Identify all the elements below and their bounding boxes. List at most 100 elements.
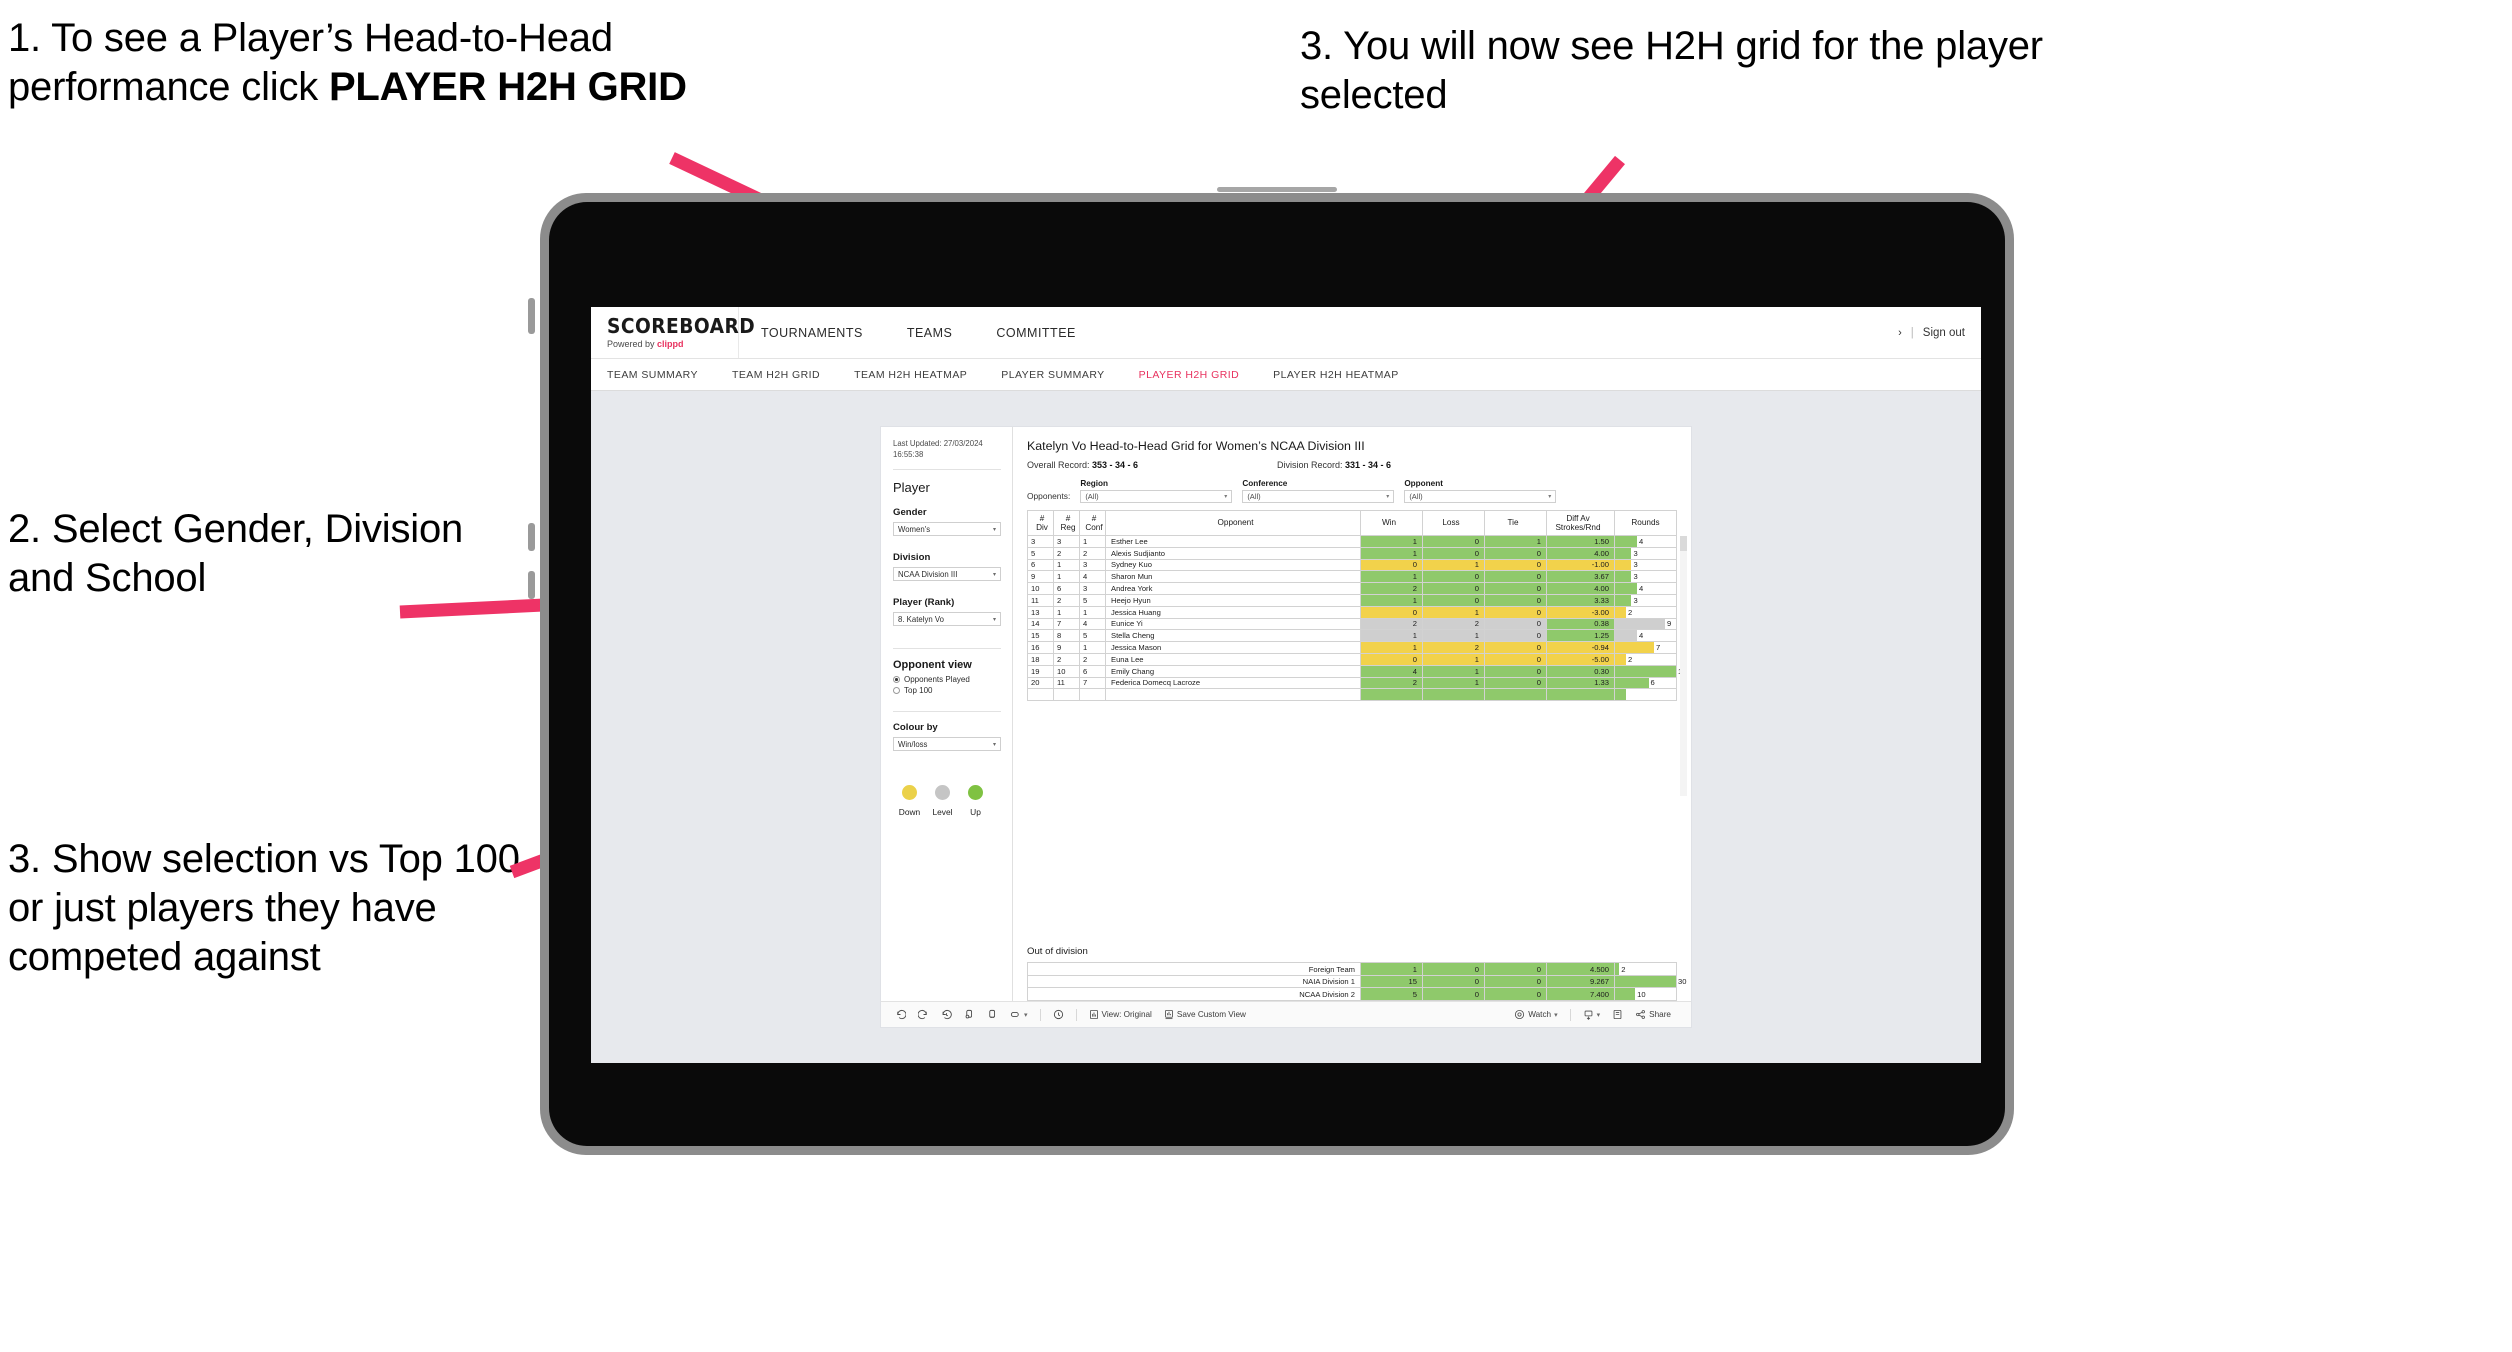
cell-ood-rounds: 2 xyxy=(1614,962,1677,976)
table-row[interactable]: 3 3 1 Esther Lee 1 0 1 1.50 4 xyxy=(1027,535,1677,548)
radio-top-100[interactable]: Top 100 xyxy=(893,686,1001,695)
subnav-item-team-h2h-heatmap[interactable]: TEAM H2H HEATMAP xyxy=(837,359,984,391)
division-select-value: NCAA Division III xyxy=(898,569,958,579)
th-reg-line1: # xyxy=(1065,513,1071,523)
refresh-button[interactable] xyxy=(958,1009,981,1020)
th-div-line1: # xyxy=(1039,513,1045,523)
cell-diff: 3.33 xyxy=(1546,593,1615,607)
toolbar-divider-2 xyxy=(1075,1008,1077,1021)
brand-logo[interactable]: SCOREBOARD Powered by clippd xyxy=(591,307,755,358)
subnav-item-player-h2h-heatmap[interactable]: PLAYER H2H HEATMAP xyxy=(1256,359,1416,391)
colour-by-select[interactable]: Win/loss ▾ xyxy=(893,737,1001,752)
cell-reg: 1 xyxy=(1053,605,1080,619)
chevron-down-icon: ▾ xyxy=(992,616,996,623)
filter-region: Region (All) ▾ xyxy=(1080,479,1233,503)
out-of-division-body: Foreign Team 1 0 0 4.500 2 NAIA Division 1 15 0 0… xyxy=(1027,962,1686,1001)
download-button[interactable]: ▾ xyxy=(1577,1009,1607,1020)
filter-conference-select[interactable]: (All) ▾ xyxy=(1242,490,1395,503)
share-button[interactable]: Share xyxy=(1629,1009,1677,1020)
table-row[interactable]: 19106Emily Chang4100.3011 xyxy=(1027,664,1686,678)
out-of-division-row[interactable]: Foreign Team 1 0 0 4.500 2 xyxy=(1027,962,1677,976)
watch-label: Watch xyxy=(1528,1010,1552,1019)
sign-out-link[interactable]: Sign out xyxy=(1923,327,1965,339)
th-diff-line2: Strokes/Rnd xyxy=(1555,523,1601,532)
table-row[interactable]: 9 1 4 Sharon Mun 1 0 0 3.67 3 xyxy=(1027,570,1677,584)
view-original-button[interactable]: View: Original xyxy=(1083,1009,1158,1020)
gender-select[interactable]: Women's ▾ xyxy=(893,522,1001,537)
out-of-division-row[interactable]: NCAA Division 2 5 0 0 7.400 10 xyxy=(1027,987,1677,1001)
cell-rounds: 3 xyxy=(1614,546,1677,560)
chevron-right-icon[interactable]: › xyxy=(1898,327,1902,339)
table-row[interactable]: 11 2 5 Heejo Hyun 1 0 0 3.33 3 xyxy=(1027,593,1677,607)
table-row[interactable]: 14 7 4 Eunice Yi 2 2 0 0.38 9 xyxy=(1027,617,1677,631)
table-row[interactable]: 18 2 2 Euna Lee 0 1 0 -5.00 2 xyxy=(1027,652,1677,666)
subnav-item-team-summary[interactable]: TEAM SUMMARY xyxy=(607,359,715,391)
out-of-division-row[interactable]: NAIA Division 1 15 0 0 9.267 30 xyxy=(1027,974,1686,989)
highlight-button[interactable]: ▾ xyxy=(1004,1010,1034,1019)
cell-win: 1 xyxy=(1360,535,1423,548)
h2h-table-head: # Div # Reg # Conf Opponent Win Loss Tie… xyxy=(1027,510,1677,536)
radio-opponents-played[interactable]: Opponents Played xyxy=(893,675,1001,684)
redo-icon xyxy=(918,1009,929,1020)
cell-diff: 1.33 xyxy=(1546,676,1615,690)
th-diff-line1: Diff Av xyxy=(1566,513,1590,523)
cell-opponent: Alexis Sudjianto xyxy=(1105,546,1361,560)
table-row[interactable]: 15 8 5 Stella Cheng 1 1 0 1.25 4 xyxy=(1027,629,1677,643)
cell-loss: 0 xyxy=(1422,570,1485,584)
division-select[interactable]: NCAA Division III ▾ xyxy=(893,567,1001,582)
tablet-bezel: SCOREBOARD Powered by clippd TOURNAMENTS… xyxy=(549,202,2005,1146)
th-conf-line2: Conf xyxy=(1085,523,1103,532)
redo-button[interactable] xyxy=(912,1009,935,1020)
fullscreen-button[interactable] xyxy=(1606,1009,1629,1020)
cell-opponent: Euna Lee xyxy=(1105,652,1361,666)
undo-button[interactable] xyxy=(895,1009,912,1020)
table-row[interactable]: 20 11 7 Federica Domecq Lacroze 2 1 0 1.33 6 xyxy=(1027,676,1677,690)
view-original-label: View: Original xyxy=(1101,1010,1152,1019)
filter-opponent-select[interactable]: (All) ▾ xyxy=(1404,490,1557,503)
cell-tie: 0 xyxy=(1484,582,1547,595)
table-row[interactable]: 16 9 1 Jessica Mason 1 2 0 -0.94 7 xyxy=(1027,641,1677,654)
th-reg-line2: Reg xyxy=(1060,523,1076,532)
chevron-down-icon: ▾ xyxy=(1224,494,1228,500)
viz-main-panel: Katelyn Vo Head-to-Head Grid for Women’s… xyxy=(1013,427,1691,1001)
table-row[interactable]: 10 6 3 Andrea York 2 0 0 4.00 4 xyxy=(1027,582,1677,595)
cell-win: 1 xyxy=(1360,593,1423,607)
alert-button[interactable] xyxy=(1047,1009,1070,1020)
table-row[interactable]: 6 1 3 Sydney Kuo 0 1 0 -1.00 3 xyxy=(1027,558,1677,572)
subnav-item-player-summary[interactable]: PLAYER SUMMARY xyxy=(984,359,1121,391)
table-row[interactable]: 5 2 2 Alexis Sudjianto 1 0 0 4.00 3 xyxy=(1027,546,1677,560)
th-conf: # Conf xyxy=(1079,510,1106,536)
viz-toolbar: ▾ View: Original Save Custom View Watch … xyxy=(881,1001,1691,1027)
highlight-icon xyxy=(1010,1010,1021,1019)
filter-region-select[interactable]: (All) ▾ xyxy=(1080,490,1233,503)
topnav-item-committee[interactable]: COMMITTEE xyxy=(974,307,1098,358)
viz-container: Last Updated: 27/03/2024 16:55:38 Player… xyxy=(881,427,1691,1027)
cell-div: 9 xyxy=(1027,570,1054,584)
cell-loss: 2 xyxy=(1422,641,1485,654)
table-vertical-scrollbar[interactable] xyxy=(1680,536,1687,796)
pause-button[interactable] xyxy=(981,1009,1004,1020)
subnav-item-player-h2h-grid[interactable]: PLAYER H2H GRID xyxy=(1122,359,1257,391)
watch-button[interactable]: Watch ▾ xyxy=(1508,1009,1563,1020)
viz-body: Last Updated: 27/03/2024 16:55:38 Player… xyxy=(881,427,1691,1001)
save-custom-view-button[interactable]: Save Custom View xyxy=(1158,1009,1252,1020)
player-rank-select[interactable]: 8. Katelyn Vo ▾ xyxy=(893,612,1001,627)
cell-opponent: Andrea York xyxy=(1105,582,1361,595)
topnav-item-teams[interactable]: TEAMS xyxy=(885,307,975,358)
revert-button[interactable] xyxy=(935,1009,958,1020)
table-row[interactable]: 13 1 1 Jessica Huang 0 1 0 -3.00 2 xyxy=(1027,605,1677,619)
scrollbar-thumb[interactable] xyxy=(1680,536,1687,551)
cell-loss: 0 xyxy=(1422,535,1485,548)
th-conf-line1: # xyxy=(1091,513,1097,523)
th-diff: Diff Av Strokes/Rnd xyxy=(1546,510,1615,536)
overall-record-value: 353 - 34 - 6 xyxy=(1092,460,1139,470)
cell-ood-rounds: 30 xyxy=(1614,974,1686,989)
annotation-step-2: 2. Select Gender, Division and School xyxy=(8,507,464,601)
division-record-label: Division Record: xyxy=(1277,460,1346,470)
subnav-item-team-h2h-grid[interactable]: TEAM H2H GRID xyxy=(715,359,837,391)
chevron-down-icon: ▾ xyxy=(992,526,996,533)
cell-reg: 9 xyxy=(1053,641,1080,654)
topnav-item-tournaments[interactable]: TOURNAMENTS xyxy=(739,307,885,358)
cell-ood-tie: 0 xyxy=(1484,974,1547,989)
